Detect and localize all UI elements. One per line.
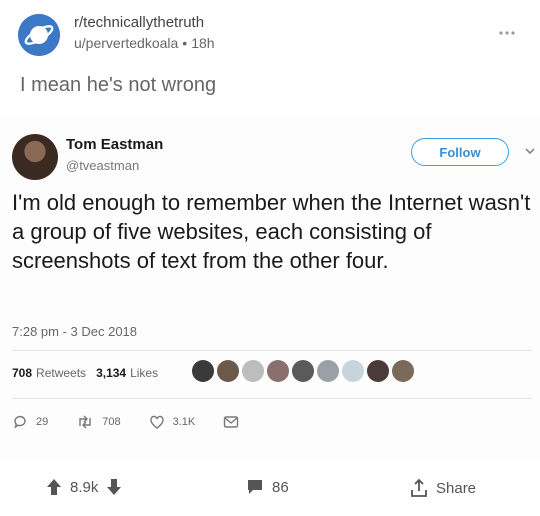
meta-separator: • [182,35,188,51]
post-footer: 8.9k 86 Share [0,466,540,510]
tweet-author-avatar [12,134,58,180]
divider [12,350,532,351]
reply-icon [14,415,26,429]
liker-avatar [342,360,364,382]
retweets-label: Retweets [36,366,87,380]
tweet-author-name: Tom Eastman [66,136,164,153]
tweet-author-handle: @tveastman [66,158,140,173]
envelope-icon [224,416,239,428]
message-action [223,415,247,429]
subreddit-name[interactable]: r/technicallythetruth [74,14,204,31]
reply-action: 29 [12,414,48,430]
liker-avatar [217,360,239,382]
liker-avatar [267,360,289,382]
downvote-arrow-icon[interactable] [106,478,122,496]
tweet-stats: 708 Retweets 3,134 Likes [12,360,168,386]
share-label: Share [436,479,477,497]
comment-bubble-icon [248,480,262,494]
comment-count: 86 [272,478,289,496]
likes-label: Likes [130,366,159,380]
liker-avatar [192,360,214,382]
post-title[interactable]: I mean he's not wrong [20,74,216,97]
retweets-count: 708 [12,366,33,380]
liker-avatar [367,360,389,382]
heart-icon [149,415,164,429]
vote-controls: 8.9k [46,478,122,496]
liker-avatar [392,360,414,382]
like-action: 3.1K [149,414,196,430]
divider [12,398,532,399]
kebab-menu-icon[interactable] [498,24,516,42]
tweet-actions: 29 708 3.1K [12,412,275,432]
post-meta: u/pervertedkoala • 18h [74,35,215,51]
subreddit-planet-icon[interactable] [18,14,60,56]
liker-avatar [292,360,314,382]
share-button[interactable]: Share [410,478,476,498]
author-name[interactable]: u/pervertedkoala [74,35,178,51]
liker-avatar [242,360,264,382]
reply-count: 29 [36,416,49,428]
upvote-arrow-icon[interactable] [46,478,62,496]
chevron-down-icon [523,144,537,158]
likes-count: 3,134 [96,366,127,380]
retweet-action: 708 [76,414,121,430]
post-header: r/technicallythetruth u/pervertedkoala • 1… [18,10,522,60]
comments-button[interactable]: 86 [246,478,289,496]
retweet-icon [79,415,91,429]
follow-button: Follow [411,138,509,166]
liker-avatars [192,358,417,384]
like-count: 3.1K [172,416,196,428]
vote-count: 8.9k [70,478,99,496]
liker-avatar [317,360,339,382]
post-age: 18h [191,35,215,51]
retweet-count: 708 [102,416,121,428]
tweet-timestamp: 7:28 pm - 3 Dec 2018 [12,324,138,339]
share-icon [411,478,427,497]
tweet-screenshot: Tom Eastman @tveastman Follow I'm old en… [0,116,540,460]
tweet-text: I'm old enough to remember when the Inte… [12,190,531,273]
